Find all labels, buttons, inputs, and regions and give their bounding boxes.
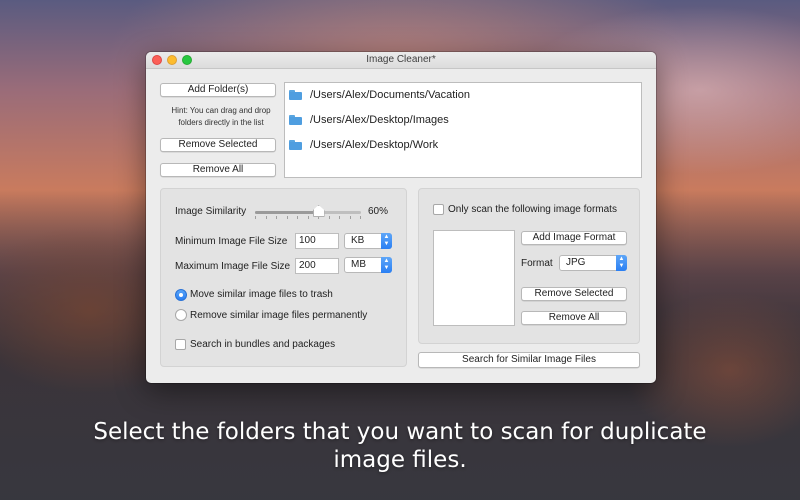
only-scan-formats-checkbox[interactable] — [433, 204, 444, 215]
similarity-label: Image Similarity — [175, 206, 247, 217]
chevron-updown-icon: ▲ ▼ — [381, 257, 392, 273]
folder-icon — [289, 140, 302, 150]
chevron-updown-icon: ▲ ▼ — [616, 255, 627, 271]
slider-tick — [255, 216, 256, 219]
slider-tick — [308, 216, 309, 219]
move-to-trash-label[interactable]: Move similar image files to trash — [190, 289, 333, 300]
chevron-updown-icon: ▲ ▼ — [381, 233, 392, 249]
remove-selected-folders-button[interactable]: Remove Selected — [160, 138, 276, 152]
search-bundles-checkbox[interactable] — [175, 339, 186, 350]
slider-tick — [329, 216, 330, 219]
slider-tick — [339, 216, 340, 219]
only-scan-formats-label[interactable]: Only scan the following image formats — [448, 204, 617, 215]
similarity-slider-fill — [255, 211, 319, 214]
format-list[interactable] — [433, 230, 515, 326]
similarity-slider-thumb[interactable] — [312, 205, 325, 217]
remove-all-formats-button[interactable]: Remove All — [521, 311, 627, 325]
folder-path: /Users/Alex/Documents/Vacation — [310, 89, 470, 101]
folder-icon — [289, 90, 302, 100]
folder-path: /Users/Alex/Desktop/Images — [310, 114, 449, 126]
min-size-field[interactable]: 100 — [295, 233, 339, 249]
caption-line-2: image files. — [333, 447, 467, 473]
options-panel: Image Similarity 60% Minimum Image File … — [160, 188, 407, 367]
folder-path: /Users/Alex/Desktop/Work — [310, 139, 439, 151]
format-label: Format — [521, 258, 553, 269]
folder-row[interactable]: /Users/Alex/Documents/Vacation — [289, 86, 470, 104]
add-folder-button[interactable]: Add Folder(s) — [160, 83, 276, 97]
folder-list[interactable]: /Users/Alex/Documents/Vacation /Users/Al… — [284, 82, 642, 178]
min-size-unit-select[interactable]: KB ▲ ▼ — [344, 233, 392, 249]
max-size-field[interactable]: 200 — [295, 258, 339, 274]
folder-icon — [289, 115, 302, 125]
title-bar[interactable]: Image Cleaner* — [146, 52, 656, 69]
similarity-value: 60% — [368, 206, 389, 217]
window-title: Image Cleaner* — [366, 54, 436, 65]
search-similar-images-button[interactable]: Search for Similar Image Files — [418, 352, 640, 368]
caption-line-1: Select the folders that you want to scan… — [93, 419, 707, 445]
slider-tick — [297, 216, 298, 219]
formats-panel: Only scan the following image formats Ad… — [418, 188, 640, 344]
format-select[interactable]: JPG ▲ ▼ — [559, 255, 627, 271]
folder-row[interactable]: /Users/Alex/Desktop/Work — [289, 136, 438, 154]
max-size-label: Maximum Image File Size — [175, 261, 291, 272]
drag-drop-hint: Hint: You can drag and drop folders dire… — [171, 106, 271, 127]
slider-tick — [266, 216, 267, 219]
move-to-trash-radio[interactable] — [175, 289, 187, 301]
similarity-slider-ticks — [255, 216, 361, 219]
format-select-value: JPG — [566, 257, 586, 268]
app-window: Image Cleaner* Add Folder(s) Hint: You c… — [146, 52, 656, 383]
slider-tick — [287, 216, 288, 219]
slider-tick — [360, 216, 361, 219]
add-image-format-button[interactable]: Add Image Format — [521, 231, 627, 245]
min-size-unit-value: KB — [351, 235, 365, 246]
folder-row[interactable]: /Users/Alex/Desktop/Images — [289, 111, 449, 129]
slider-tick — [350, 216, 351, 219]
slider-tick — [276, 216, 277, 219]
max-size-unit-value: MB — [351, 259, 366, 270]
remove-permanently-label[interactable]: Remove similar image files permanently — [190, 310, 367, 321]
remove-all-folders-button[interactable]: Remove All — [160, 163, 276, 177]
search-bundles-label[interactable]: Search in bundles and packages — [190, 339, 335, 350]
min-size-label: Minimum Image File Size — [175, 236, 288, 247]
similarity-slider[interactable] — [255, 211, 361, 214]
max-size-unit-select[interactable]: MB ▲ ▼ — [344, 257, 392, 273]
remove-selected-format-button[interactable]: Remove Selected — [521, 287, 627, 301]
remove-permanently-radio[interactable] — [175, 309, 187, 321]
caption: Select the folders that you want to scan… — [0, 418, 800, 474]
